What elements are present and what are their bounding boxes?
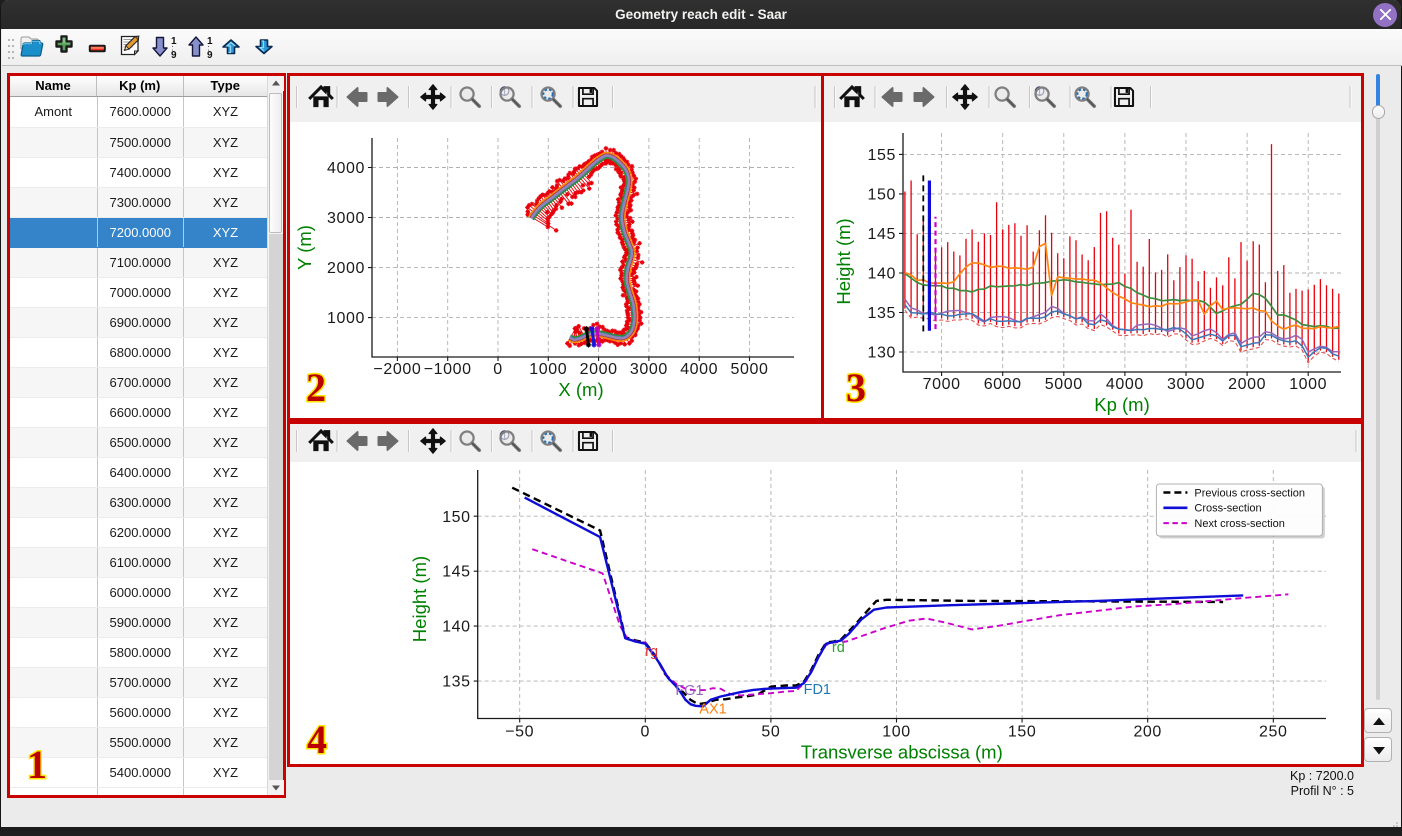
svg-text:140: 140 [442,619,471,636]
svg-text:155: 155 [868,147,897,164]
svg-text:9: 9 [171,50,177,61]
svg-text:Previous cross-section: Previous cross-section [1194,487,1305,499]
svg-text:2000: 2000 [1228,376,1266,393]
svg-text:Y (m): Y (m) [294,225,315,270]
svg-text:0: 0 [641,724,651,741]
svg-text:4000: 4000 [1106,376,1144,393]
svg-text:145: 145 [868,226,897,243]
svg-text:145: 145 [442,564,471,581]
svg-text:4000: 4000 [327,160,365,177]
svg-text:3000: 3000 [327,210,365,227]
svg-text:X (m): X (m) [558,379,603,400]
svg-text:FG1: FG1 [675,683,703,699]
svg-text:Height (m): Height (m) [409,556,430,642]
svg-text:Height (m): Height (m) [833,218,854,304]
svg-text:135: 135 [868,305,897,322]
svg-text:3000: 3000 [630,361,668,378]
svg-text:FD1: FD1 [804,682,831,698]
svg-text:200: 200 [1133,724,1162,741]
svg-text:Transverse abscissa (m): Transverse abscissa (m) [801,742,1003,763]
svg-text:−50: −50 [505,724,534,741]
svg-text:rd: rd [832,640,845,656]
svg-text:100: 100 [882,724,911,741]
svg-text:1000: 1000 [327,310,365,327]
svg-text:4000: 4000 [680,361,718,378]
svg-text:5000: 5000 [1045,376,1083,393]
svg-text:rg: rg [645,644,658,660]
svg-text:0: 0 [493,361,503,378]
svg-text:AX1: AX1 [699,701,726,717]
svg-text:150: 150 [442,509,471,526]
svg-text:6000: 6000 [984,376,1022,393]
svg-text:150: 150 [1008,724,1037,741]
svg-text:−1000: −1000 [424,361,472,378]
svg-text:2000: 2000 [327,260,365,277]
svg-text:1000: 1000 [529,361,567,378]
svg-text:130: 130 [868,345,897,362]
svg-text:Kp (m): Kp (m) [1094,394,1150,415]
svg-text:5000: 5000 [731,361,769,378]
svg-text:2000: 2000 [580,361,618,378]
svg-text:Next cross-section: Next cross-section [1194,518,1284,530]
svg-text:140: 140 [868,266,897,283]
svg-text:1000: 1000 [1289,376,1327,393]
svg-text:135: 135 [442,674,471,691]
svg-text:250: 250 [1259,724,1288,741]
svg-text:−2000: −2000 [373,361,421,378]
svg-text:50: 50 [761,724,780,741]
svg-text:150: 150 [868,186,897,203]
svg-text:3000: 3000 [1167,376,1205,393]
svg-text:7000: 7000 [923,376,961,393]
svg-text:Cross-section: Cross-section [1194,503,1261,515]
svg-text:9: 9 [207,50,213,61]
